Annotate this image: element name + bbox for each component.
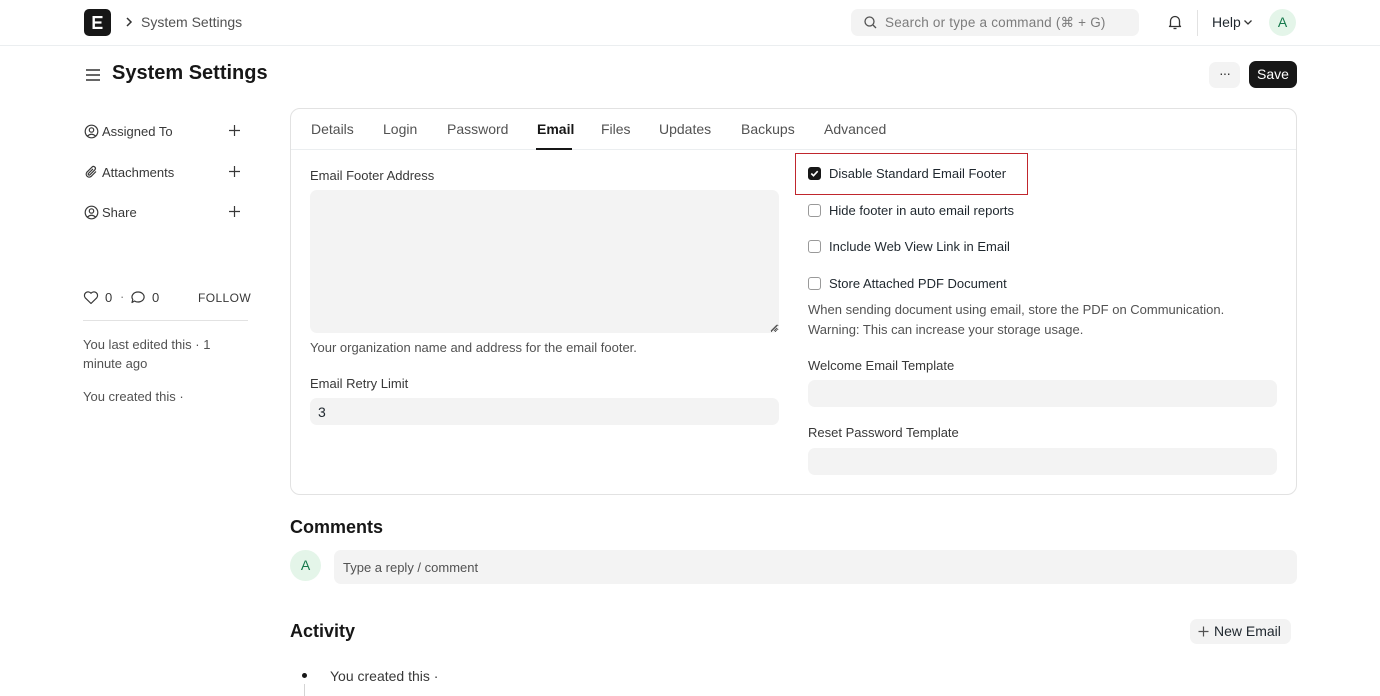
tab-files[interactable]: Files [601,121,631,137]
comments-heading: Comments [290,517,384,537]
search-input[interactable] [885,9,1135,36]
search-bar[interactable] [851,9,1139,36]
sidebar-item-label: Attachments [102,165,175,180]
checkbox-label[interactable]: Include Web View Link in Email [829,239,1010,254]
hide-footer-auto-reports-checkbox[interactable] [808,204,821,217]
save-button[interactable]: Save [1249,61,1297,88]
activity-entry: You created this · [330,668,439,684]
welcome-email-template-label: Welcome Email Template [808,358,955,373]
comment-icon[interactable] [130,290,146,305]
sidebar-item-share[interactable]: Share [84,203,246,223]
sidebar-item-label: Assigned To [102,124,173,139]
email-footer-help: Your organization name and address for t… [310,340,637,355]
tab-login[interactable]: Login [383,121,417,137]
email-retry-limit-label: Email Retry Limit [310,376,409,391]
app-logo-icon[interactable] [84,9,111,36]
disable-standard-email-footer-checkbox[interactable] [808,167,821,180]
pdf-help-text: When sending document using email, store… [808,302,1225,317]
created-text: You created this · [83,389,184,404]
social-stats: 0 · 0 FOLLOW [83,289,251,307]
search-icon [864,16,877,29]
help-menu[interactable]: Help [1212,14,1241,30]
add-icon[interactable] [228,124,241,137]
like-count: 0 [105,290,113,305]
sidebar-item-label: Share [102,205,137,220]
resize-handle-icon[interactable] [769,323,778,332]
tab-email[interactable]: Email [537,121,574,137]
navbar: System Settings Help A [0,0,1380,46]
comment-count: 0 [152,290,160,305]
separator-dot: · [120,289,125,304]
tab-updates[interactable]: Updates [659,121,711,137]
divider [1197,10,1198,36]
divider [83,320,248,321]
sidebar-item-attachments[interactable]: Attachments [84,163,246,183]
tab-details[interactable]: Details [311,121,354,137]
checkbox-label[interactable]: Disable Standard Email Footer [829,166,1006,181]
add-icon[interactable] [228,165,241,178]
page-title: System Settings [112,62,268,84]
chevron-down-icon[interactable] [1243,17,1253,27]
tab-backups[interactable]: Backups [741,121,795,137]
add-icon[interactable] [228,205,241,218]
timeline-dot [302,673,307,678]
reset-password-template-field[interactable] [808,448,1277,475]
pdf-warning-text: Warning: This can increase your storage … [808,322,1084,337]
activity-heading: Activity [290,621,356,641]
comment-input[interactable] [334,550,1297,584]
heart-icon[interactable] [83,290,99,305]
last-edited-text: You last edited this · 1 minute ago [83,337,211,371]
new-email-label: New Email [1214,623,1281,639]
follow-button[interactable]: FOLLOW [198,291,251,305]
paperclip-icon [85,165,97,178]
timeline-line [304,684,305,696]
checkmark-icon [810,170,819,177]
tab-password[interactable]: Password [447,121,508,137]
breadcrumb[interactable]: System Settings [141,14,242,30]
store-attached-pdf-checkbox[interactable] [808,277,821,290]
chevron-right-icon [126,17,133,27]
email-retry-limit-field[interactable] [310,398,779,425]
welcome-email-template-field[interactable] [808,380,1277,407]
user-circle-icon [84,124,99,139]
comment-avatar: A [290,550,321,581]
include-web-view-link-checkbox[interactable] [808,240,821,253]
email-footer-address-label: Email Footer Address [310,168,435,183]
active-tab-indicator [536,148,572,150]
sidebar-toggle-icon[interactable] [85,67,101,83]
checkbox-label[interactable]: Hide footer in auto email reports [829,203,1014,218]
user-avatar[interactable]: A [1269,9,1296,36]
checkbox-label[interactable]: Store Attached PDF Document [829,276,1007,291]
new-email-button[interactable]: New Email [1190,619,1291,644]
email-footer-address-field[interactable] [310,190,779,333]
tab-bar: Details Login Password Email Files Updat… [291,109,1296,150]
plus-icon [1198,626,1209,637]
more-actions-button[interactable]: ··· [1209,62,1240,88]
sidebar-item-assigned-to[interactable]: Assigned To [84,122,246,142]
notification-bell-icon[interactable] [1166,13,1184,31]
tab-advanced[interactable]: Advanced [824,121,886,137]
share-user-icon [84,205,99,220]
reset-password-template-label: Reset Password Template [808,425,959,440]
